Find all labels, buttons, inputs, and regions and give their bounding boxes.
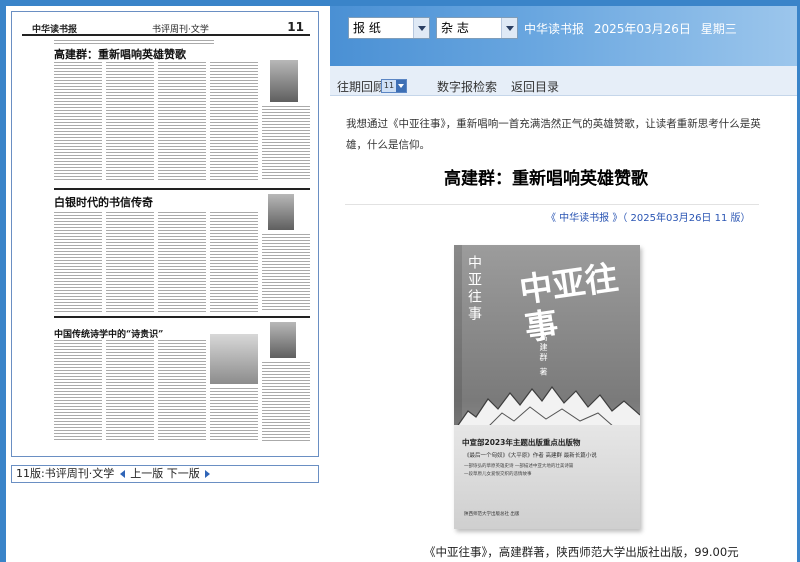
- newspaper-page-thumbnail[interactable]: 中华读书报 书评周刊·文学 11 高建群：重新唱响英雄赞歌 白银时代的书信传奇 …: [11, 11, 319, 457]
- text-column: [54, 340, 102, 442]
- article-source: 《 中华读书报 》（ 2025年03月26日 11 版）: [546, 213, 751, 224]
- masthead: 中华读书报 书评周刊·文学 11: [22, 22, 310, 36]
- section-divider: [54, 188, 310, 190]
- magazine-select-value: 杂 志: [441, 21, 469, 35]
- book-cover-thumbnail: [270, 60, 298, 102]
- magazine-select[interactable]: 杂 志: [436, 17, 518, 39]
- article-headline-2[interactable]: 白银时代的书信传奇: [54, 194, 153, 210]
- paper-select[interactable]: 报 纸: [348, 17, 430, 39]
- text-column: [158, 340, 206, 442]
- text-column: [54, 62, 102, 180]
- weekday: 星期三: [700, 22, 737, 36]
- page-navigation: 11版:书评周刊·文学 上一版 下一版: [11, 465, 319, 483]
- cover-vertical-title: 中亚往事: [466, 255, 482, 323]
- issue-date: 2025年03月26日: [593, 22, 691, 36]
- cover-big-title: 中亚往事: [517, 257, 621, 348]
- issue-number-select[interactable]: 11: [381, 79, 407, 93]
- chevron-down-icon[interactable]: [501, 18, 517, 38]
- book-cover-image: 中亚往事 中亚往事 高建群 著 中宣部2023年主题出版重点出版物 《最后一个匈…: [454, 245, 640, 529]
- text-column: [210, 212, 258, 312]
- arrow-left-icon: [119, 470, 125, 478]
- cover-subtitle-3: 一段草原儿女爱恨交织的悲情故事: [464, 472, 532, 477]
- article-photo: [210, 334, 258, 384]
- next-page-link[interactable]: 下一版: [167, 467, 200, 480]
- deck-text: [54, 40, 214, 45]
- cover-subtitle-1: 《最后一个匈奴》《大平原》作者 高建群 最新长篇小说: [464, 453, 597, 459]
- article-headline-1[interactable]: 高建群：重新唱响英雄赞歌: [54, 46, 186, 62]
- current-section: 11版:书评周刊·文学: [16, 467, 115, 480]
- title-divider: [345, 204, 759, 205]
- text-column: [210, 388, 258, 442]
- newspaper-name: 中华读书报: [524, 22, 585, 36]
- prev-page-link[interactable]: 上一版: [130, 467, 163, 480]
- article-summary: 我想通过《中亚往事》，重新唱响一首充满浩然正气的英雄赞歌，让读者重新思考什么是英…: [346, 118, 761, 151]
- past-review-link[interactable]: 往期回顾: [337, 78, 385, 95]
- article-title: 高建群：重新唱响英雄赞歌: [444, 169, 648, 189]
- text-column: [262, 234, 310, 312]
- paper-select-value: 报 纸: [353, 21, 381, 35]
- text-column: [262, 362, 310, 442]
- text-column: [262, 106, 310, 180]
- text-column: [106, 340, 154, 442]
- digital-search-link[interactable]: 数字报检索: [437, 78, 497, 95]
- book-cover-thumbnail: [268, 194, 294, 230]
- left-frame: [0, 0, 6, 562]
- mountain-illustration: [454, 385, 640, 431]
- text-column: [210, 62, 258, 180]
- image-caption: 《中亚往事》，高建群著，陕西师范大学出版社出版，99.00元: [424, 545, 739, 559]
- text-column: [106, 212, 154, 312]
- text-column: [158, 62, 206, 180]
- article-headline-3[interactable]: 中国传统诗学中的“诗贵识”: [54, 327, 163, 340]
- chevron-down-icon[interactable]: [396, 80, 406, 92]
- text-column: [106, 62, 154, 180]
- cover-subtitle-2: 一部恢弘的草原英雄史诗 一部描述中亚大地的壮美诗篇: [464, 464, 574, 469]
- issue-number-value: 11: [382, 80, 396, 92]
- back-to-index-link[interactable]: 返回目录: [511, 78, 559, 95]
- cover-publisher: 陕西师范大学出版总社 出版: [464, 512, 520, 517]
- page-name: 书评周刊·文学: [152, 25, 209, 35]
- date-bar: 中华读书报 2025年03月26日 星期三: [524, 20, 743, 37]
- arrow-right-icon: [205, 470, 211, 478]
- page-number: 11: [287, 22, 304, 34]
- cover-tagline: 中宣部2023年主题出版重点出版物: [462, 438, 581, 447]
- newspaper-page: 中华读书报 书评周刊·文学 11 高建群：重新唱响英雄赞歌 白银时代的书信传奇 …: [22, 22, 310, 448]
- newspaper-logo: 中华读书报: [32, 25, 78, 35]
- section-divider: [54, 316, 310, 318]
- chevron-down-icon[interactable]: [413, 18, 429, 38]
- text-column: [158, 212, 206, 312]
- book-cover-thumbnail: [270, 322, 296, 358]
- text-column: [54, 212, 102, 312]
